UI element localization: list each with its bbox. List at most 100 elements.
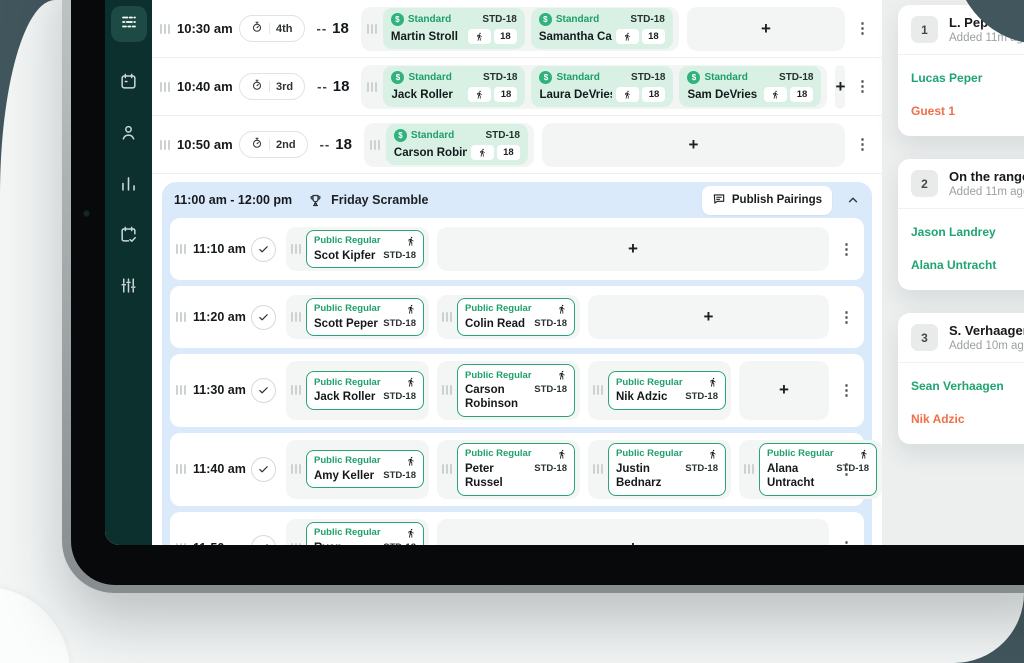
player-name: Laura DeVries: [539, 89, 612, 101]
add-player-slot[interactable]: +: [835, 65, 845, 109]
player-name: Ryan Trattles: [314, 541, 378, 546]
rate-code-label: STD-18: [779, 72, 813, 83]
player-card[interactable]: Public Regular Nik Adzic STD-18: [608, 371, 726, 409]
sidebar-item-customers[interactable]: [117, 120, 141, 144]
drag-handle-icon[interactable]: [176, 244, 186, 254]
drag-handle-icon[interactable]: [442, 312, 452, 322]
kebab-menu-icon[interactable]: ⋮: [829, 383, 858, 398]
drag-handle-icon[interactable]: [176, 464, 186, 474]
checked-in-toggle[interactable]: [251, 535, 276, 545]
player-card[interactable]: $ Standard STD-18 Carson Robinson 18: [386, 124, 528, 165]
player-card[interactable]: Public Regular Jack Roller STD-18: [306, 371, 424, 409]
player-card[interactable]: Public Regular Colin Read STD-18: [457, 298, 575, 336]
drag-handle-icon[interactable]: [160, 24, 170, 34]
player-name: Carson Robinson: [394, 147, 467, 159]
sidebar-item-tee-sheet[interactable]: [111, 6, 147, 42]
start-order-label: 3rd: [276, 81, 293, 93]
player-name: Colin Read: [465, 317, 525, 331]
player-card[interactable]: $ Standard STD-18 Sam DeVries 18: [679, 66, 821, 107]
player-card[interactable]: Public Regular Justin Bednarz STD-18: [608, 443, 726, 496]
tee-time-label: 10:50 am: [177, 137, 239, 152]
rate-plan-label: Standard: [556, 14, 627, 25]
start-order-pill[interactable]: 2nd: [239, 131, 308, 158]
player-card[interactable]: $ Standard STD-18 Martin Stroll 18: [383, 8, 525, 49]
drag-handle-icon[interactable]: [593, 464, 603, 474]
group-members: Jason LandreyJuAlana UntrachtP: [898, 209, 1024, 290]
checked-in-toggle[interactable]: [251, 378, 276, 403]
person-icon: [119, 123, 138, 142]
checked-in-toggle[interactable]: [251, 305, 276, 330]
player-card[interactable]: Public Regular Alana Untracht STD-18: [759, 443, 877, 496]
scramble-header: 11:00 am - 12:00 pm Friday Scramble: [170, 182, 864, 218]
add-player-slot[interactable]: +: [542, 123, 845, 167]
drag-handle-icon[interactable]: [160, 82, 170, 92]
walking-icon: [557, 369, 567, 381]
drag-handle-icon[interactable]: [291, 543, 301, 545]
kebab-menu-icon[interactable]: ⋮: [855, 21, 870, 36]
publish-pairings-button[interactable]: Publish Pairings: [702, 186, 832, 215]
slot-area: $ Standard STD-18 Carson Robinson 18 +: [364, 123, 845, 167]
drag-handle-icon[interactable]: [370, 140, 380, 150]
sidebar-item-reports[interactable]: [117, 171, 141, 195]
group-member-name: Guest 1: [911, 104, 1012, 118]
group-card[interactable]: 3 S. Verhaagen +3 Added 10m ago Sean Ver…: [898, 313, 1024, 444]
add-player-slot[interactable]: +: [437, 519, 829, 546]
player-card[interactable]: Public Regular Peter Russel STD-18: [457, 443, 575, 496]
drag-handle-icon[interactable]: [442, 464, 452, 474]
rate-plan-label: Public Regular: [465, 448, 532, 459]
kebab-menu-icon[interactable]: ⋮: [829, 310, 858, 325]
sidebar-item-settings[interactable]: [117, 273, 141, 297]
drag-handle-icon[interactable]: [367, 24, 377, 34]
group-number-badge: 1: [911, 16, 938, 43]
drag-handle-icon[interactable]: [593, 385, 603, 395]
drag-handle-icon[interactable]: [291, 464, 301, 474]
drag-handle-icon[interactable]: [176, 385, 186, 395]
slot-group: Public Regular Colin Read STD-18: [437, 295, 580, 339]
player-name: Peter Russel: [465, 462, 529, 491]
drag-handle-icon[interactable]: [176, 312, 186, 322]
player-card[interactable]: Public Regular Amy Keller STD-18: [306, 450, 424, 488]
player-card[interactable]: Public Regular Scot Kipfer STD-18: [306, 230, 424, 268]
player-card[interactable]: $ Standard STD-18 Laura DeVries 18: [531, 66, 673, 107]
start-order-pill[interactable]: 3rd: [239, 73, 305, 100]
add-player-slot[interactable]: +: [437, 227, 829, 271]
player-card[interactable]: Public Regular Ryan Trattles STD-18: [306, 522, 424, 546]
group-member-name: Lucas Peper: [911, 71, 1012, 85]
walking-icon: [616, 29, 639, 44]
sidebar-item-bookings[interactable]: [117, 222, 141, 246]
rate-plan-label: Standard: [556, 72, 627, 83]
kebab-menu-icon[interactable]: ⋮: [829, 462, 858, 477]
checked-in-toggle[interactable]: [251, 457, 276, 482]
player-card[interactable]: $ Standard STD-18 Jack Roller 18: [383, 66, 525, 107]
group-member-name: Jason Landrey: [911, 225, 1012, 239]
sidebar-item-calendar[interactable]: [117, 69, 141, 93]
player-card[interactable]: $ Standard STD-18 Samantha Carlton 18: [531, 8, 673, 49]
drag-handle-icon[interactable]: [160, 140, 170, 150]
drag-handle-icon[interactable]: [176, 543, 186, 545]
checked-in-toggle[interactable]: [251, 237, 276, 262]
tee-time-label: 11:30 am: [193, 383, 251, 397]
drag-handle-icon[interactable]: [291, 312, 301, 322]
player-card[interactable]: Public Regular Carson Robinson STD-18: [457, 364, 575, 417]
kebab-menu-icon[interactable]: ⋮: [855, 137, 870, 152]
start-order-pill[interactable]: 4th: [239, 15, 305, 42]
drag-handle-icon[interactable]: [367, 82, 377, 92]
drag-handle-icon[interactable]: [442, 385, 452, 395]
kebab-menu-icon[interactable]: ⋮: [855, 79, 870, 94]
chevron-up-icon[interactable]: [846, 193, 860, 207]
kebab-menu-icon[interactable]: ⋮: [829, 540, 858, 545]
drag-handle-icon[interactable]: [291, 385, 301, 395]
kebab-menu-icon[interactable]: ⋮: [829, 242, 858, 257]
rate-plan-label: Public Regular: [767, 448, 834, 459]
group-card[interactable]: 2 On the range Added 11m ago Jason Landr…: [898, 159, 1024, 290]
walking-icon: [406, 455, 416, 467]
walking-icon: [859, 448, 869, 460]
slot-group: Public Regular Justin Bednarz STD-18: [588, 440, 731, 499]
player-card[interactable]: Public Regular Scott Peper STD-18: [306, 298, 424, 336]
add-player-slot[interactable]: +: [588, 295, 829, 339]
drag-handle-icon[interactable]: [291, 244, 301, 254]
drag-handle-icon[interactable]: [744, 464, 754, 474]
add-player-slot[interactable]: +: [687, 7, 845, 51]
add-player-slot[interactable]: +: [739, 361, 829, 420]
rate-code-label: STD-18: [383, 542, 416, 546]
